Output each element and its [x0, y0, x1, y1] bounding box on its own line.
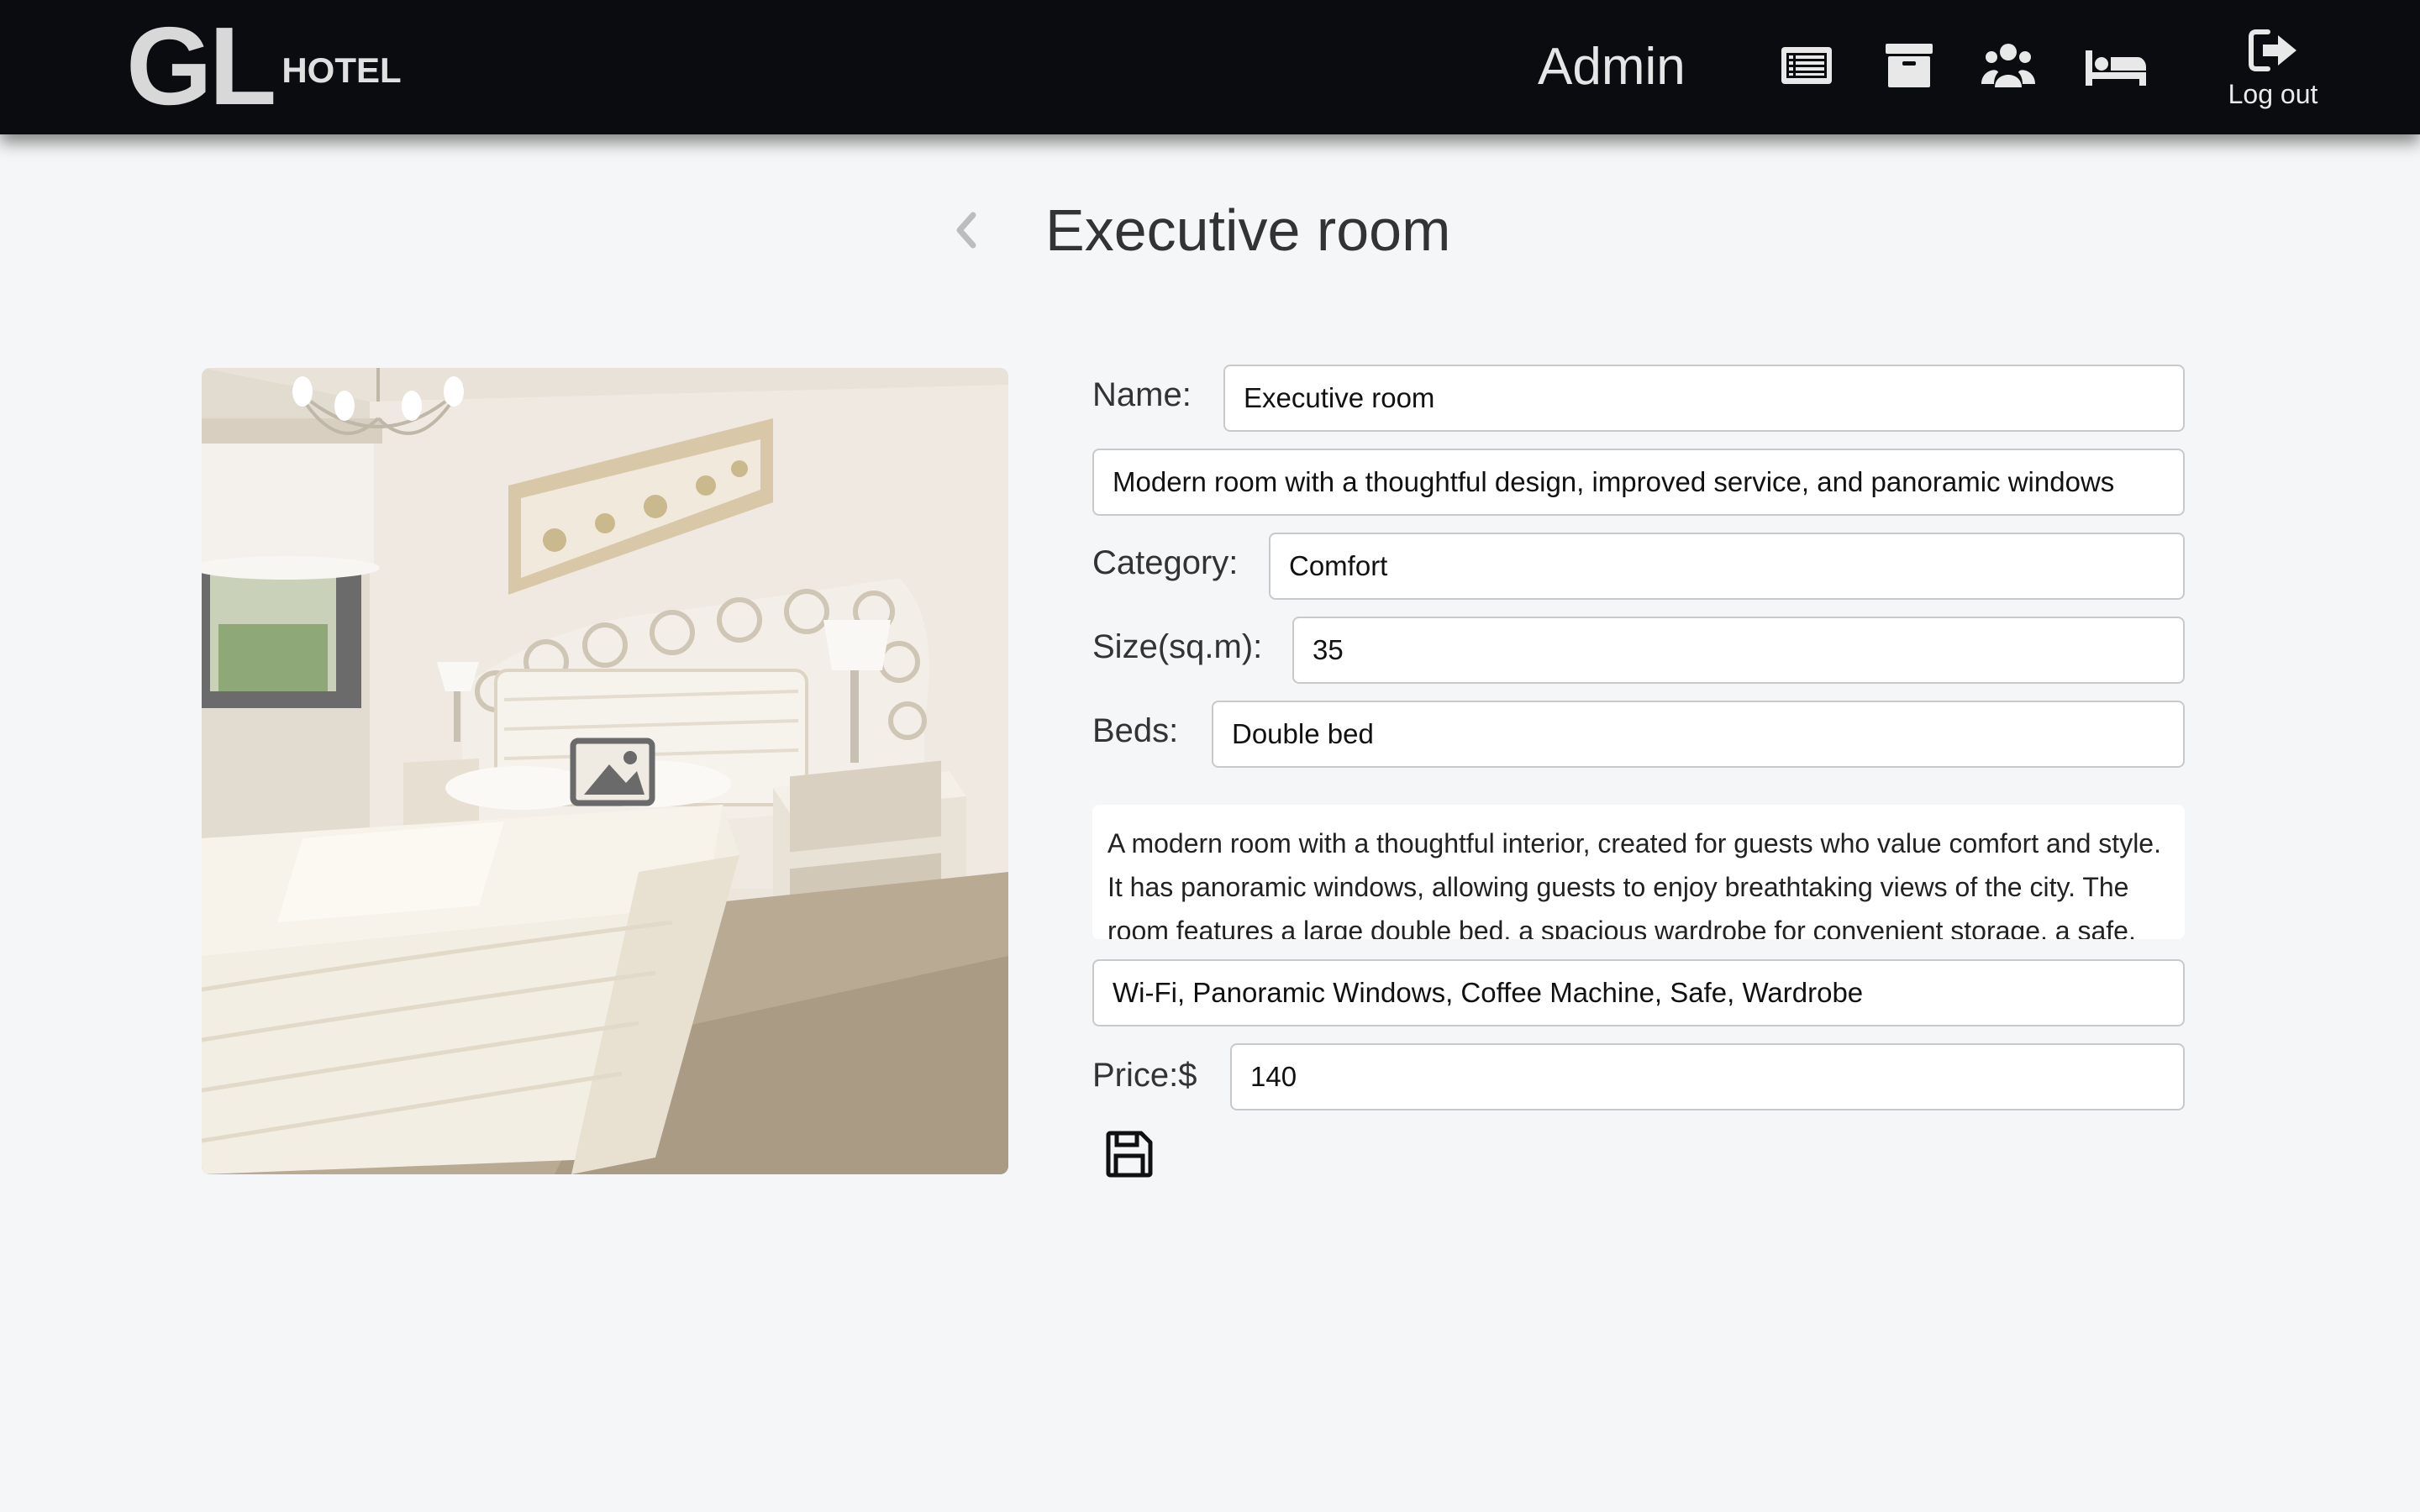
price-input[interactable]: [1230, 1043, 2185, 1110]
room-photo[interactable]: [202, 368, 1008, 1174]
beds-label: Beds:: [1092, 712, 1179, 749]
name-input[interactable]: [1223, 365, 2185, 432]
top-navbar: GL HOTEL Admin Log out: [0, 0, 2420, 134]
amenities-input[interactable]: [1092, 959, 2185, 1026]
list-icon[interactable]: [1780, 39, 1833, 92]
price-label: Price:$: [1092, 1057, 1197, 1094]
sign-out-icon: [2249, 29, 2296, 71]
short-description-input[interactable]: [1092, 449, 2185, 516]
beds-input[interactable]: [1212, 701, 2185, 768]
logout-button[interactable]: Log out: [2218, 29, 2328, 110]
size-label: Size(sq.m):: [1092, 628, 1263, 665]
logout-label: Log out: [2228, 79, 2318, 109]
image-placeholder-icon[interactable]: [573, 741, 652, 803]
back-chevron-icon[interactable]: [950, 208, 983, 252]
category-input[interactable]: [1269, 533, 2185, 600]
users-icon[interactable]: [1981, 39, 2035, 92]
name-label: Name:: [1092, 376, 1192, 413]
save-icon[interactable]: [1106, 1131, 1153, 1178]
bed-icon[interactable]: [2084, 39, 2148, 92]
size-input[interactable]: [1292, 617, 2185, 684]
logo-gl-text: GL: [126, 4, 276, 128]
page-title: Executive room: [1045, 197, 1451, 263]
user-role-label: Admin: [1538, 38, 1686, 96]
description-textarea[interactable]: A modern room with a thoughtful interior…: [1092, 805, 2185, 939]
logo-hotel-text: HOTEL: [281, 50, 402, 90]
category-label: Category:: [1092, 544, 1239, 581]
archive-icon[interactable]: [1882, 39, 1936, 92]
hotel-logo[interactable]: GL HOTEL: [126, 4, 402, 128]
